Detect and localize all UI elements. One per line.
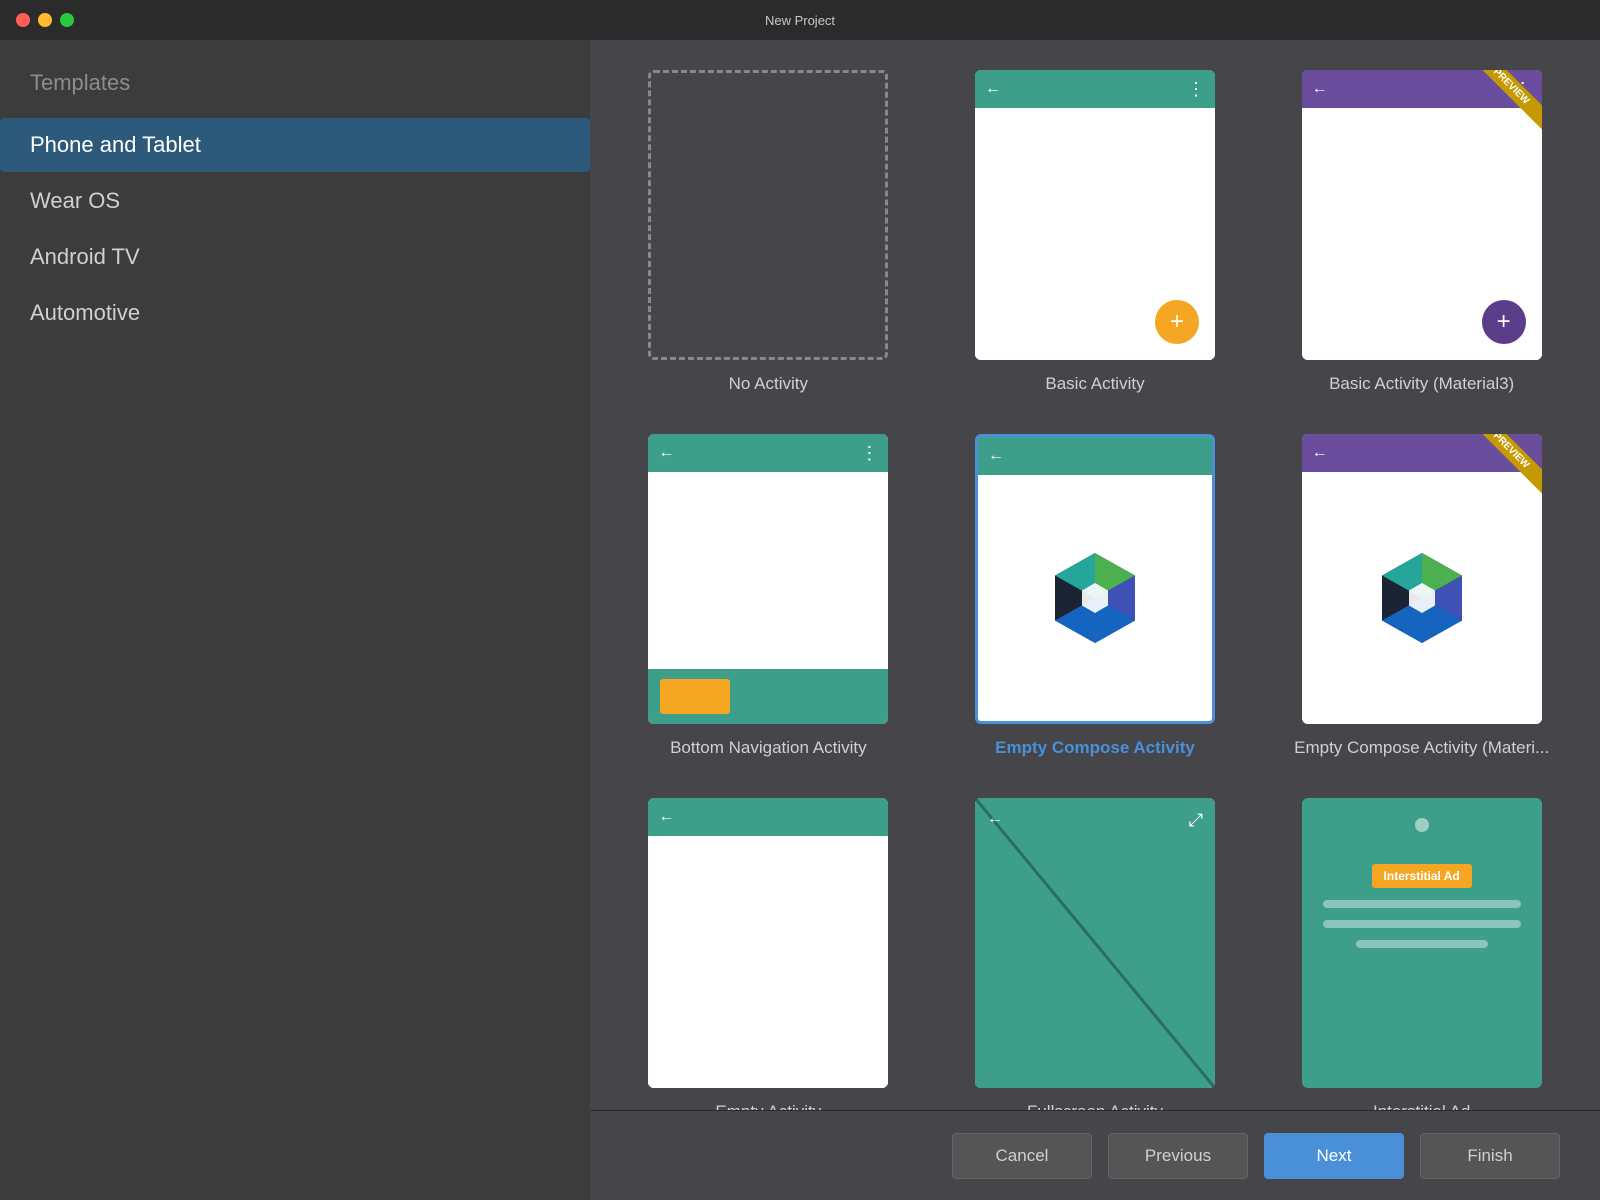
interstitial-line-2 xyxy=(1323,920,1521,928)
template-label-empty-activity: Empty Activity xyxy=(715,1102,821,1110)
template-basic-material3[interactable]: ← ⋮ + PREVIEW Basic Activity (Material3) xyxy=(1283,70,1560,394)
nav-tab-1 xyxy=(658,669,731,724)
empty-activity-topbar: ← xyxy=(648,798,888,836)
compose-topbar: ← xyxy=(978,437,1212,475)
material3-body: + xyxy=(1302,108,1542,360)
template-preview-no-activity xyxy=(648,70,888,360)
template-preview-basic-activity: ← ⋮ + xyxy=(975,70,1215,360)
window-controls xyxy=(16,13,74,27)
sidebar-item-android-tv[interactable]: Android TV xyxy=(0,230,590,284)
cancel-button[interactable]: Cancel xyxy=(952,1133,1092,1179)
template-basic-activity[interactable]: ← ⋮ + Basic Activity xyxy=(957,70,1234,394)
expand-icon: ⤢ xyxy=(1189,810,1203,831)
template-preview-interstitial: Interstitial Ad xyxy=(1302,798,1542,1088)
finish-button[interactable]: Finish xyxy=(1420,1133,1560,1179)
template-preview-empty-compose: ← xyxy=(975,434,1215,724)
bottom-nav-body xyxy=(648,472,888,724)
empty-activity-body xyxy=(648,836,888,1088)
fullscreen-diagonal-icon xyxy=(975,798,1215,1088)
template-no-activity[interactable]: No Activity xyxy=(630,70,907,394)
interstitial-bg: Interstitial Ad xyxy=(1302,798,1542,1088)
template-label-fullscreen: Fullscreen Activity xyxy=(1027,1102,1163,1110)
main-container: Templates Phone and Tablet Wear OS Andro… xyxy=(0,40,1600,1200)
template-label-empty-compose-material: Empty Compose Activity (Materi... xyxy=(1294,738,1549,758)
footer-bar: Cancel Previous Next Finish xyxy=(590,1110,1600,1200)
template-label-interstitial: Interstitial Ad xyxy=(1373,1102,1470,1110)
sidebar-title: Templates xyxy=(0,60,590,116)
templates-grid: No Activity ← ⋮ + Basic Activity xyxy=(590,40,1600,1110)
template-label-empty-compose: Empty Compose Activity xyxy=(995,738,1195,758)
template-preview-empty-compose-material: ← PREVIEW xyxy=(1302,434,1542,724)
maximize-button[interactable] xyxy=(60,13,74,27)
close-button[interactable] xyxy=(16,13,30,27)
nav-tab-3 xyxy=(805,669,878,724)
menu-dots-icon: ⋮ xyxy=(860,443,878,464)
template-empty-activity[interactable]: ← Empty Activity xyxy=(630,798,907,1110)
preview-corner-2: PREVIEW xyxy=(1472,434,1542,504)
template-label-basic-material3: Basic Activity (Material3) xyxy=(1329,374,1514,394)
compose-body xyxy=(978,475,1212,721)
template-preview-empty-activity: ← xyxy=(648,798,888,1088)
sidebar-item-wear-os[interactable]: Wear OS xyxy=(0,174,590,228)
bottom-nav-bar xyxy=(648,669,888,724)
back-arrow-icon: ← xyxy=(988,447,1004,465)
material3-fab: + xyxy=(1482,300,1526,344)
back-arrow-icon: ← xyxy=(1312,80,1328,98)
sidebar-item-automotive[interactable]: Automotive xyxy=(0,286,590,340)
previous-button[interactable]: Previous xyxy=(1108,1133,1248,1179)
fullscreen-back-icon: ← xyxy=(987,810,1003,828)
template-bottom-nav[interactable]: ← ⋮ Bottom Navigation Activity xyxy=(630,434,907,758)
menu-dots-icon: ⋮ xyxy=(1187,79,1205,100)
template-empty-compose[interactable]: ← xyxy=(957,434,1234,758)
basic-activity-topbar: ← ⋮ xyxy=(975,70,1215,108)
minimize-button[interactable] xyxy=(38,13,52,27)
basic-activity-body: + xyxy=(975,108,1215,360)
preview-badge: PREVIEW xyxy=(1472,70,1542,130)
back-arrow-icon: ← xyxy=(658,808,674,826)
template-label-no-activity: No Activity xyxy=(729,374,808,394)
nav-tab-active xyxy=(660,679,730,714)
template-interstitial-ad[interactable]: Interstitial Ad Interstitial Ad xyxy=(1283,798,1560,1110)
compose-material-logo-icon xyxy=(1372,548,1472,648)
interstitial-line-1 xyxy=(1323,900,1521,908)
template-empty-compose-material[interactable]: ← PREVIEW xyxy=(1283,434,1560,758)
interstitial-ad-badge: Interstitial Ad xyxy=(1372,864,1472,888)
template-label-basic-activity: Basic Activity xyxy=(1045,374,1144,394)
back-arrow-icon: ← xyxy=(985,80,1001,98)
bottom-nav-topbar: ← ⋮ xyxy=(648,434,888,472)
template-fullscreen[interactable]: ← ⤢ Fullscreen Activity xyxy=(957,798,1234,1110)
sidebar: Templates Phone and Tablet Wear OS Andro… xyxy=(0,40,590,1200)
title-bar: New Project xyxy=(0,0,1600,40)
preview-corner: PREVIEW xyxy=(1472,70,1542,140)
preview-badge-2: PREVIEW xyxy=(1472,434,1542,494)
nav-tab-2 xyxy=(732,669,805,724)
fullscreen-bg: ← ⤢ xyxy=(975,798,1215,1088)
interstitial-line-3 xyxy=(1356,940,1488,948)
content-area: No Activity ← ⋮ + Basic Activity xyxy=(590,40,1600,1200)
basic-activity-fab: + xyxy=(1155,300,1199,344)
template-preview-basic-material3: ← ⋮ + PREVIEW xyxy=(1302,70,1542,360)
interstitial-dot xyxy=(1415,818,1429,832)
template-preview-bottom-nav: ← ⋮ xyxy=(648,434,888,724)
sidebar-item-phone-tablet[interactable]: Phone and Tablet xyxy=(0,118,590,172)
window-title: New Project xyxy=(765,13,835,28)
back-arrow-icon: ← xyxy=(1312,444,1328,462)
template-label-bottom-nav: Bottom Navigation Activity xyxy=(670,738,867,758)
back-arrow-icon: ← xyxy=(658,444,674,462)
next-button[interactable]: Next xyxy=(1264,1133,1404,1179)
compose-logo-icon xyxy=(1045,548,1145,648)
compose-material-body xyxy=(1302,472,1542,724)
template-preview-fullscreen: ← ⤢ xyxy=(975,798,1215,1088)
